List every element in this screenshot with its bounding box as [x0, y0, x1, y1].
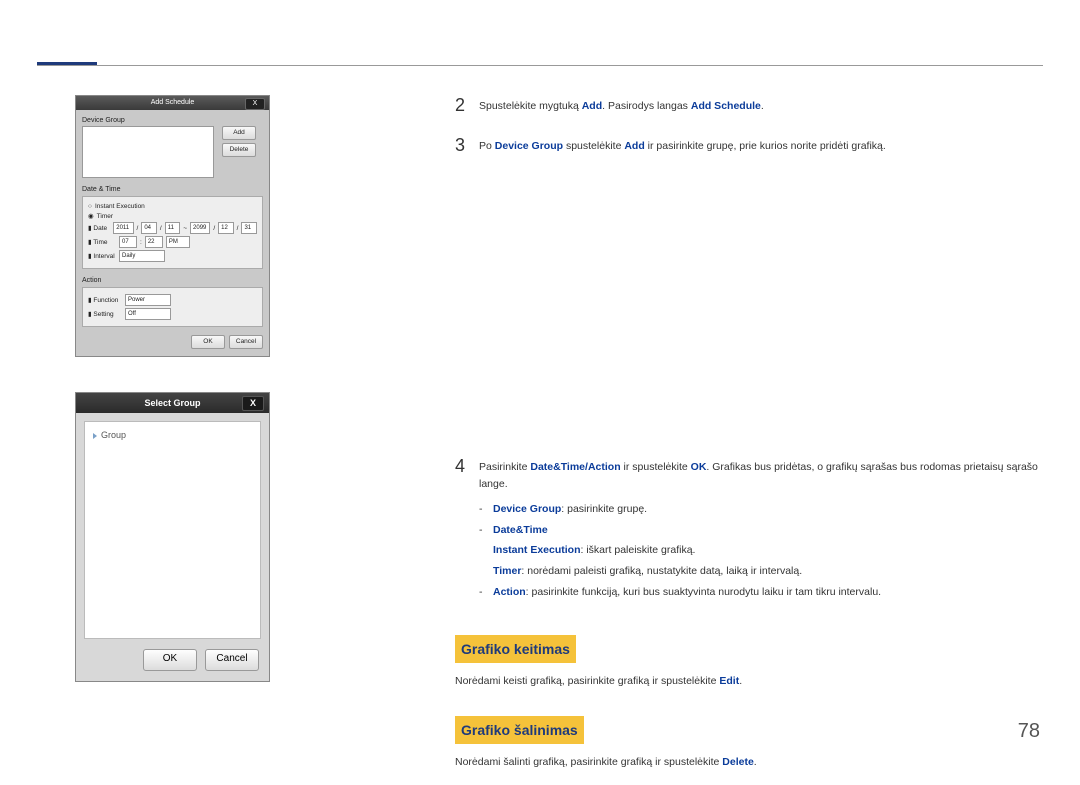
- keyword: Delete: [722, 756, 754, 768]
- time-label: Time: [93, 239, 107, 246]
- para-text: .: [754, 756, 757, 768]
- step-text: . Pasirodys langas: [602, 100, 691, 112]
- item-text: : pasirinkite grupę.: [561, 503, 647, 515]
- step-2: 2 Spustelėkite mygtuką Add. Pasirodys la…: [455, 95, 1042, 117]
- setting-label: Setting: [93, 311, 113, 318]
- delete-button[interactable]: Delete: [222, 143, 256, 157]
- action-label: Action: [82, 277, 263, 284]
- step-3: 3 Po Device Group spustelėkite Add ir pa…: [455, 135, 1042, 157]
- date-month2-input[interactable]: 12: [218, 222, 234, 234]
- instant-execution-radio[interactable]: ○ Instant Execution: [88, 203, 257, 210]
- radio-label: Instant Execution: [95, 203, 145, 210]
- date-month-input[interactable]: 04: [141, 222, 157, 234]
- para-text: Norėdami keisti grafiką, pasirinkite gra…: [455, 675, 719, 687]
- heading-delete: Grafiko šalinimas: [455, 716, 584, 744]
- add-schedule-dialog: Add Schedule X Device Group Add Delete D…: [75, 95, 270, 357]
- cancel-button[interactable]: Cancel: [205, 649, 259, 671]
- heading-edit: Grafiko keitimas: [455, 635, 576, 663]
- device-group-listbox[interactable]: [82, 126, 214, 178]
- close-icon[interactable]: X: [245, 98, 265, 110]
- dialog-title-text: Select Group: [144, 398, 200, 408]
- add-button[interactable]: Add: [222, 126, 256, 140]
- radio-label: Timer: [97, 213, 113, 220]
- date-time-label: Date & Time: [82, 186, 263, 193]
- instruction-column: 2 Spustelėkite mygtuką Add. Pasirodys la…: [455, 95, 1042, 785]
- device-group-label: Device Group: [82, 117, 263, 124]
- keyword: Device Group: [493, 503, 561, 515]
- step-text: ir spustelėkite: [621, 461, 691, 473]
- function-select[interactable]: Power: [125, 294, 171, 306]
- keyword: Date&Time: [530, 461, 585, 473]
- para-text: .: [739, 675, 742, 687]
- date-day2-input[interactable]: 31: [241, 222, 257, 234]
- function-label: Function: [93, 297, 118, 304]
- list-item: Date&Time Instant Execution: iškart pale…: [479, 522, 1042, 580]
- date-year2-input[interactable]: 2099: [190, 222, 210, 234]
- keyword: Add: [582, 100, 602, 112]
- keyword: Add Schedule: [691, 100, 761, 112]
- select-group-dialog: Select Group X Group OK Cancel: [75, 392, 270, 682]
- step-text: Pasirinkite: [479, 461, 530, 473]
- para-text: Norėdami šalinti grafiką, pasirinkite gr…: [455, 756, 722, 768]
- keyword: Action: [588, 461, 621, 473]
- keyword: Instant Execution: [493, 544, 581, 556]
- dialog-title: Add Schedule X: [76, 96, 269, 110]
- step-number: 2: [455, 95, 479, 117]
- step-text: Spustelėkite mygtuką: [479, 100, 582, 112]
- step-number: 3: [455, 135, 479, 157]
- interval-select[interactable]: Daily: [119, 250, 165, 262]
- time-ampm-select[interactable]: PM: [166, 236, 190, 248]
- sub-list: Device Group: pasirinkite grupę. Date&Ti…: [479, 501, 1042, 601]
- step-number: 4: [455, 456, 479, 605]
- dialog-title-text: Add Schedule: [151, 99, 195, 106]
- step-4: 4 Pasirinkite Date&Time/Action ir spuste…: [455, 456, 1042, 605]
- item-text: : norėdami paleisti grafiką, nustatykite…: [521, 565, 802, 577]
- screenshot-column: Add Schedule X Device Group Add Delete D…: [75, 95, 270, 682]
- tree-expand-icon[interactable]: [93, 433, 97, 439]
- date-day-input[interactable]: 11: [165, 222, 181, 234]
- group-tree[interactable]: Group: [84, 421, 261, 639]
- step-text: ir pasirinkite grupę, prie kurios norite…: [645, 140, 886, 152]
- step-text: .: [761, 100, 764, 112]
- date-label: Date: [93, 225, 107, 232]
- setting-select[interactable]: Off: [125, 308, 171, 320]
- dialog-title: Select Group X: [76, 393, 269, 413]
- date-year-input[interactable]: 2011: [113, 222, 133, 234]
- step-text: Po: [479, 140, 495, 152]
- keyword: Device Group: [495, 140, 563, 152]
- keyword: Action: [493, 586, 526, 598]
- time-min-input[interactable]: 22: [145, 236, 163, 248]
- close-icon[interactable]: X: [242, 396, 264, 411]
- step-text: spustelėkite: [563, 140, 624, 152]
- item-text: : iškart paleiskite grafiką.: [581, 544, 696, 556]
- time-hour-input[interactable]: 07: [119, 236, 137, 248]
- keyword: Timer: [493, 565, 521, 577]
- item-text: : pasirinkite funkciją, kuri bus suaktyv…: [526, 586, 881, 598]
- list-item: Action: pasirinkite funkciją, kuri bus s…: [479, 584, 1042, 601]
- keyword: Date&Time: [493, 524, 548, 536]
- interval-label: Interval: [93, 253, 114, 260]
- tree-root-label: Group: [101, 430, 126, 440]
- keyword: Edit: [719, 675, 739, 687]
- timer-radio[interactable]: ◉ Timer: [88, 212, 257, 220]
- cancel-button[interactable]: Cancel: [229, 335, 263, 349]
- list-item: Device Group: pasirinkite grupę.: [479, 501, 1042, 518]
- ok-button[interactable]: OK: [143, 649, 197, 671]
- paragraph: Norėdami keisti grafiką, pasirinkite gra…: [455, 673, 1042, 690]
- ok-button[interactable]: OK: [191, 335, 225, 349]
- keyword: OK: [691, 461, 707, 473]
- keyword: Add: [624, 140, 644, 152]
